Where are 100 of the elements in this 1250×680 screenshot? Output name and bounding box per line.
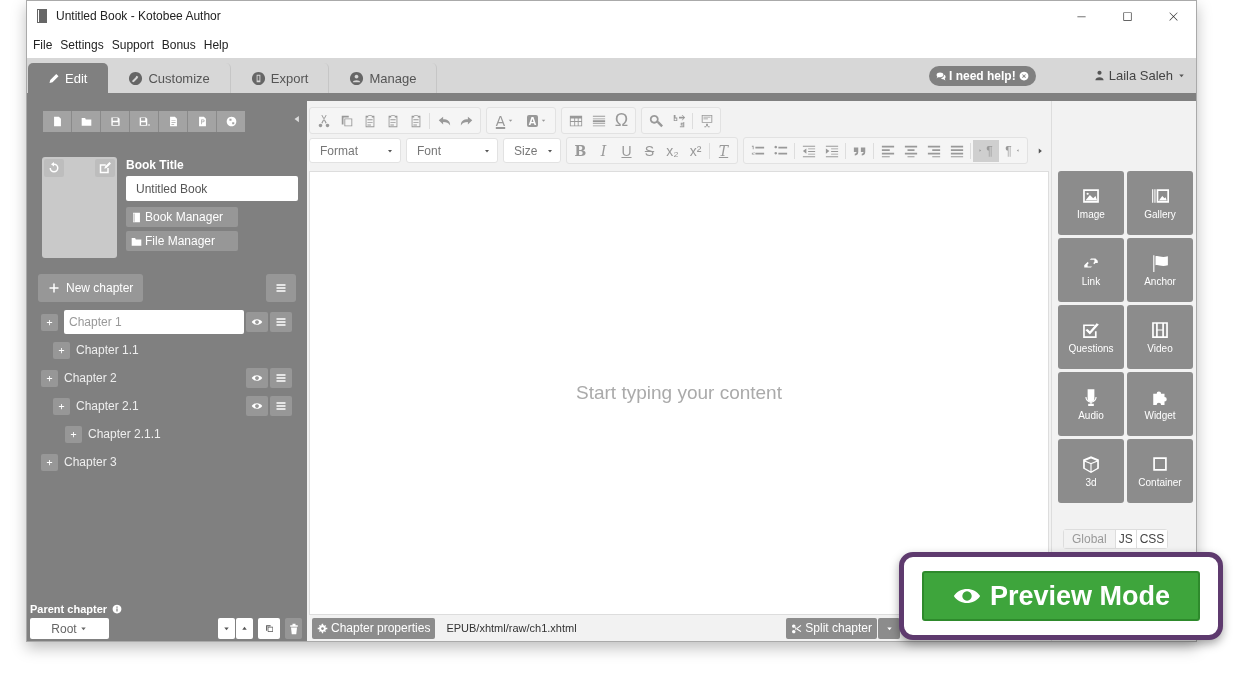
add-subchapter-button[interactable] (53, 341, 70, 359)
split-chapter-button[interactable]: Split chapter (786, 617, 877, 639)
menu-item[interactable]: Settings (60, 37, 104, 52)
checkbox-icon (1082, 320, 1100, 339)
widget-button[interactable]: Link (1058, 238, 1124, 302)
toolbar-button[interactable] (101, 111, 129, 132)
toolbar-button[interactable] (217, 111, 245, 132)
add-subchapter-button[interactable] (41, 313, 58, 331)
split-options-button[interactable] (878, 617, 900, 639)
dropdown[interactable]: Font (406, 138, 498, 163)
widget-button[interactable]: Gallery (1127, 171, 1193, 235)
chapter-properties-button[interactable]: Chapter properties (312, 617, 436, 639)
widget-button[interactable]: 3d (1058, 439, 1124, 503)
widget-button[interactable]: Image (1058, 171, 1124, 235)
book-manager-button[interactable]: Book Manager (126, 207, 238, 227)
toolbar-button[interactable] (72, 111, 100, 132)
clear-format-button[interactable]: T (712, 139, 735, 162)
collapse-icon[interactable] (292, 113, 302, 124)
chapter-item[interactable]: Chapter 3 (64, 455, 292, 469)
eye-icon (251, 316, 263, 328)
widget-button[interactable]: Video (1127, 305, 1193, 369)
chapter-item[interactable]: Chapter 2 (64, 371, 244, 385)
file-manager-button[interactable]: File Manager (126, 231, 238, 251)
window-title: Untitled Book - Kotobee Author (56, 9, 221, 23)
justify-icon (949, 143, 964, 158)
trash-icon (287, 622, 300, 635)
special-character-button[interactable]: Ω (610, 109, 633, 132)
menu-item[interactable]: Help (203, 37, 229, 52)
widget-button[interactable]: Anchor (1127, 238, 1193, 302)
empty-editor-message: Start typing your content (576, 382, 782, 404)
menu-button[interactable] (266, 274, 296, 302)
chapter-menu-button[interactable] (270, 368, 292, 388)
preview-chapter-button[interactable] (246, 368, 268, 388)
reset-cover-button[interactable] (44, 159, 64, 177)
preview-chapter-button[interactable] (246, 396, 268, 416)
caret-icon (78, 624, 88, 633)
toolbar-button[interactable] (130, 111, 158, 132)
chapter-item[interactable]: Chapter 2.1 (76, 399, 244, 413)
toolbar-button[interactable] (159, 111, 187, 132)
gallery-icon (1151, 186, 1169, 205)
widget-button[interactable]: Container (1127, 439, 1193, 503)
format-button[interactable]: I (592, 139, 615, 162)
menu-item[interactable]: File (33, 37, 53, 52)
format-button[interactable]: S (638, 139, 661, 162)
user-menu[interactable]: Laila Saleh (1093, 68, 1186, 83)
plus-icon (70, 430, 77, 438)
widget-button[interactable]: Widget (1127, 372, 1193, 436)
dropdown[interactable]: Format (309, 138, 401, 163)
format-button[interactable]: U (615, 139, 638, 162)
book-title-input[interactable]: Untitled Book (126, 176, 298, 201)
preview-chapter-button[interactable] (246, 312, 268, 332)
add-subchapter-button[interactable] (41, 453, 58, 471)
text-color-button[interactable]: A (489, 109, 521, 132)
toolbar-button[interactable] (43, 111, 71, 132)
file-path: EPUB/xhtml/raw/ch1.xhtml (446, 622, 577, 634)
edit-icon (99, 162, 111, 174)
code-tab[interactable]: CSS (1135, 530, 1168, 548)
code-tab[interactable]: Global (1064, 530, 1115, 548)
move-up-button[interactable] (236, 618, 253, 639)
tab[interactable]: Edit (28, 63, 109, 93)
parent-chapter-dropdown[interactable]: Root (30, 618, 109, 639)
format-button[interactable]: x² (684, 139, 707, 162)
preview-mode-button[interactable]: Preview Mode (922, 571, 1200, 621)
chapter-menu-button[interactable] (270, 396, 292, 416)
horizontal-lines-icon (591, 113, 606, 128)
new-chapter-button[interactable]: New chapter (38, 274, 144, 302)
delete-button[interactable] (285, 618, 302, 639)
text-direction-button[interactable]: ¶ (999, 139, 1025, 162)
format-button[interactable]: x₂ (661, 139, 684, 162)
menu-item[interactable]: Bonus (161, 37, 196, 52)
edit-cover-button[interactable] (95, 159, 115, 177)
add-subchapter-button[interactable] (53, 397, 70, 415)
chapter-item[interactable]: Chapter 2.1.1 (88, 427, 292, 441)
cube-icon (1082, 454, 1100, 473)
plus-icon (48, 282, 60, 294)
help-button[interactable]: I need help! (929, 65, 1036, 86)
wrench-icon (128, 70, 144, 86)
widget-button[interactable]: Questions (1058, 305, 1124, 369)
plus-icon (58, 346, 65, 354)
duplicate-button[interactable] (258, 618, 280, 639)
code-tab[interactable]: JS (1114, 530, 1136, 548)
chapter-menu-button[interactable] (270, 312, 292, 332)
document-icon (167, 116, 179, 127)
add-subchapter-button[interactable] (65, 425, 82, 443)
chapter-title-input[interactable]: Chapter 1 (64, 310, 244, 334)
background-color-button[interactable]: A (521, 109, 553, 132)
chapter-item[interactable]: Chapter 1.1 (76, 343, 292, 357)
menu-item[interactable]: Support (111, 37, 154, 52)
dropdown[interactable]: Size (503, 138, 561, 163)
toolbar-button[interactable] (188, 111, 216, 132)
widget-button[interactable]: Audio (1058, 372, 1124, 436)
move-down-button[interactable] (218, 618, 235, 639)
add-subchapter-button[interactable] (41, 369, 58, 387)
flag-icon (1151, 253, 1169, 272)
user-icon (1093, 70, 1105, 81)
format-button[interactable]: B (569, 139, 592, 162)
text-direction-button[interactable]: ¶ (973, 139, 999, 162)
caret-icon (540, 117, 548, 124)
caret-up-icon (240, 624, 249, 633)
menu-icon (275, 282, 287, 294)
